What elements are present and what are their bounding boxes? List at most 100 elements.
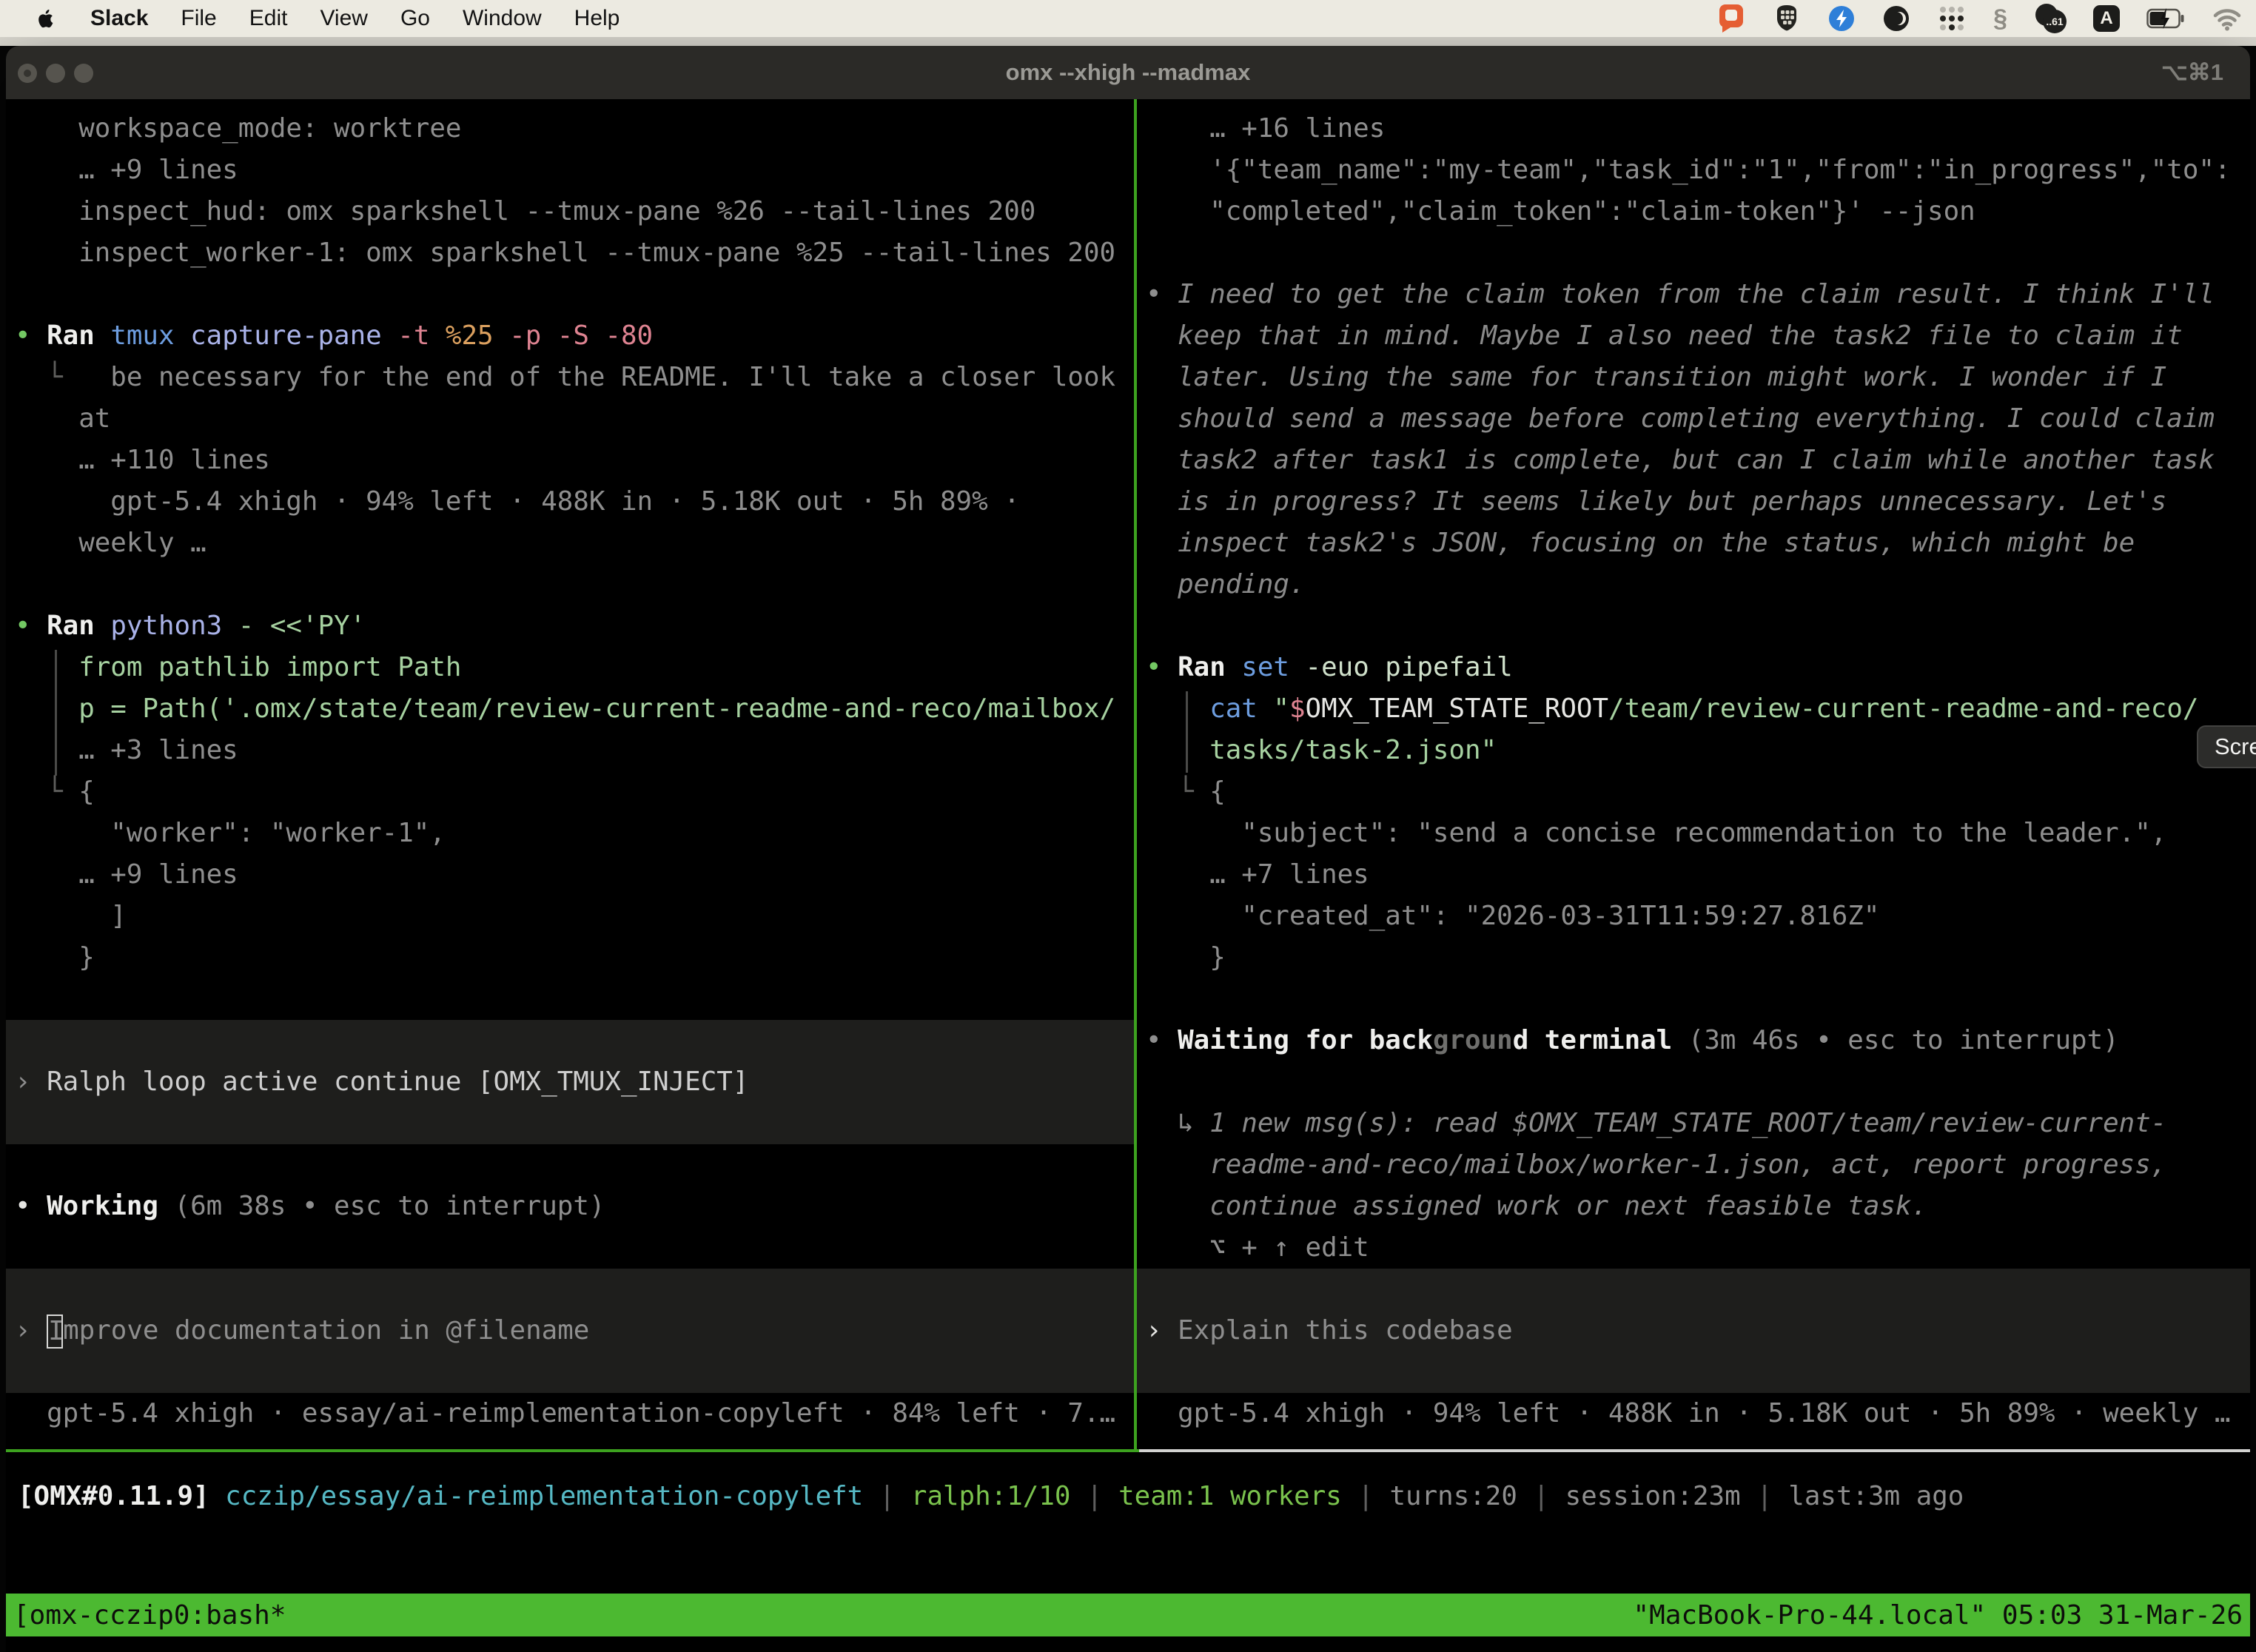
menu-item-window[interactable]: Window [463,6,542,31]
text-segment: "completed","claim_token":"claim-token"}… [1146,196,1975,226]
text-segment: • [15,611,47,641]
menu-item-file[interactable]: File [181,6,216,31]
terminal-row: ⌥ + ↑ edit [1146,1227,2250,1269]
terminal-row: gpt-5.4 xhigh · 94% left · 488K in · 5.1… [1146,1393,2250,1434]
terminal-row: task2 after task1 is complete, but can I… [1146,440,2250,481]
text-segment: Waiting for back [1178,1025,1433,1055]
text-segment: { [1209,776,1226,807]
menu-item-help[interactable]: Help [574,6,620,31]
terminal-row: "created_at": "2026-03-31T11:59:27.816Z" [1146,896,2250,937]
terminal-body: workspace_mode: worktree … +9 lines insp… [6,99,2250,1652]
wifi-icon[interactable] [2212,5,2243,32]
text-segment: inspect task2's JSON, focusing on the st… [1146,528,2135,558]
chat-app-icon[interactable] [1716,2,1746,35]
badge-61-icon[interactable]: ..61 [2034,4,2067,33]
text-segment: -euo pipefail [1306,652,1513,682]
text-segment: -t [397,320,446,351]
text-segment: gpt-5.4 xhigh · essay/ai-reimplementatio… [15,1398,1115,1428]
text-segment: | [1533,1481,1565,1511]
text-segment: … +9 lines [15,155,238,185]
terminal-row: › Ralph loop active continue [OMX_TMUX_I… [15,1061,1134,1103]
text-segment: › [15,1315,47,1346]
menu-item-edit[interactable]: Edit [249,6,288,31]
text-segment: mprove documentation in @filename [63,1315,589,1346]
dark-crescent-icon[interactable] [1882,4,1910,33]
battery-charging-icon[interactable] [2146,6,2185,31]
shield-grid-icon[interactable] [1773,4,1801,33]
terminal-row: └ { [15,771,1134,813]
text-segment: d terminal [1513,1025,1688,1055]
apple-menu-icon[interactable] [34,7,58,30]
text-segment: task2 after task1 is complete, but can I… [1146,445,2215,475]
terminal-row: tasks/task-2.json" [1146,730,2250,771]
text-segment: › [1146,1315,1178,1346]
text-segment: pending. [1146,569,1306,600]
text-segment: } [1146,942,1226,973]
text-segment: └ [1146,776,1209,807]
text-segment: ⌥ + ↑ edit [1146,1232,1369,1263]
terminal-row: … +7 lines [1146,854,2250,896]
text-segment: • [1146,279,1178,309]
tmux-session-label: [omx-cczip0:bash* [13,1600,286,1631]
right-pane[interactable]: … +16 lines '{"team_name":"my-team","tas… [1137,99,2250,1449]
terminal-row: weekly … [15,523,1134,564]
terminal-row: later. Using the same for transition mig… [1146,357,2250,398]
terminal-row: gpt-5.4 xhigh · 94% left · 488K in · 5.1… [15,481,1134,523]
terminal-row: └ be necessary for the end of the README… [15,357,1134,398]
text-segment: Explain this codebase [1178,1315,1513,1346]
terminal-row: pending. [1146,564,2250,605]
terminal-row: gpt-5.4 xhigh · essay/ai-reimplementatio… [15,1393,1134,1434]
text-segment: session:23m [1565,1481,1757,1511]
text-segment: $ [1289,694,1306,724]
text-segment: later. Using the same for transition mig… [1146,362,2166,392]
text-segment: { [78,776,95,807]
text-segment: team:1 workers [1118,1481,1357,1511]
text-segment: | [1357,1481,1389,1511]
window-shortcut-hint: ⌥⌘1 [2161,46,2223,99]
text-segment: " [1273,694,1289,724]
left-pane[interactable]: workspace_mode: worktree … +9 lines insp… [6,99,1134,1449]
text-segment: should send a message before completing … [1146,403,2215,434]
text-segment: cczip/essay/ai-reimplementation-copyleft [225,1481,879,1511]
terminal-row: from pathlib import Path [15,647,1134,688]
screen-tooltip: Scre [2197,725,2256,768]
text-segment: - <<'PY' [238,611,366,641]
terminal-row: } [15,937,1134,978]
status-icons: § ..61 A [1716,2,2256,35]
terminal-row: › Explain this codebase [1146,1310,2250,1352]
text-segment: groun [1433,1025,1513,1055]
menu-items: File Edit View Go Window Help [181,6,620,31]
text-cursor: I [47,1314,63,1349]
hook-icon[interactable]: § [1993,4,2007,33]
terminal-row: '{"team_name":"my-team","task_id":"1","f… [1146,150,2250,191]
text-segment: | [1756,1481,1788,1511]
text-segment: at [15,403,110,434]
terminal-window: omx --xhigh --madmax ⌥⌘1 workspace_mode:… [6,46,2250,1652]
blue-bolt-icon[interactable] [1827,4,1856,33]
text-segment: Ran [1178,652,1241,682]
desktop-strip [0,37,2256,46]
terminal-row: … +9 lines [15,150,1134,191]
terminal-row: p = Path('.omx/state/team/review-current… [15,688,1134,730]
text-segment: ralph:1/10 [911,1481,1087,1511]
menu-item-go[interactable]: Go [400,6,430,31]
terminal-row: is in progress? It seems likely but perh… [1146,481,2250,523]
text-segment: keep that in mind. Maybe I also need the… [1146,320,2183,351]
dots-grid-icon[interactable] [1937,4,1967,33]
text-segment: -p -S -80 [509,320,653,351]
text-segment: tasks/task-2.json" [1146,735,1497,765]
terminal-row: readme-and-reco/mailbox/worker-1.json, a… [1146,1144,2250,1186]
text-segment: • [1146,652,1178,682]
terminal-row: workspace_mode: worktree [15,108,1134,150]
text-segment: inspect_hud: omx sparkshell --tmux-pane … [15,196,1035,226]
text-segment: 1 new msg(s): read $OMX_TEAM_STATE_ROOT/… [1209,1108,2166,1138]
active-app-menu[interactable]: Slack [90,6,148,31]
text-segment: … +9 lines [15,859,238,890]
text-segment: set [1241,652,1305,682]
keyboard-layout-icon[interactable]: A [2093,5,2120,32]
text-segment: be necessary for the end of the README. … [63,362,1115,392]
window-titlebar[interactable]: omx --xhigh --madmax ⌥⌘1 [6,46,2250,100]
text-segment: is in progress? It seems likely but perh… [1146,486,2166,517]
menu-item-view[interactable]: View [320,6,367,31]
omx-status-line: [OMX#0.11.9] cczip/essay/ai-reimplementa… [18,1476,1964,1517]
